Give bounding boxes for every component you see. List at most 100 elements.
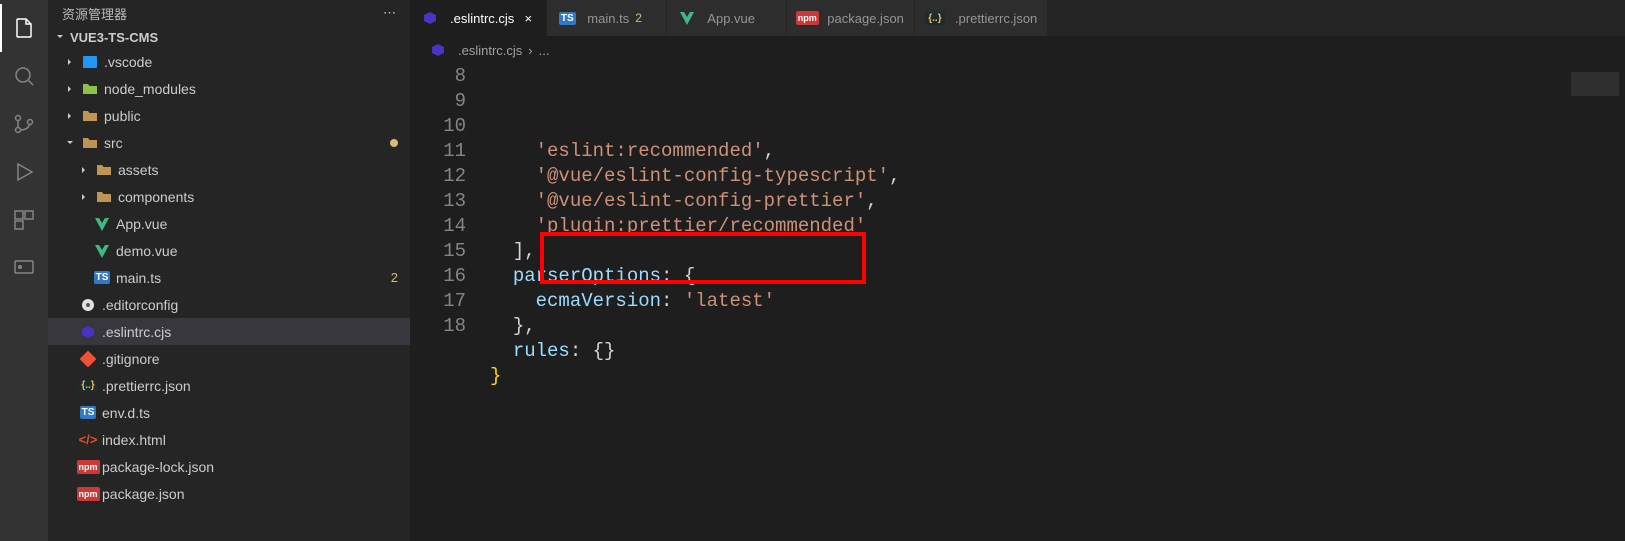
tab-label: App.vue xyxy=(707,11,755,26)
remote-icon xyxy=(12,256,36,280)
folder--vscode[interactable]: .vscode xyxy=(48,48,410,75)
tree-item-label: .eslintrc.cjs xyxy=(102,324,398,340)
minimap[interactable] xyxy=(1565,64,1625,541)
folder-assets[interactable]: assets xyxy=(48,156,410,183)
vscode-folder-icon xyxy=(80,51,100,73)
tree-item-label: components xyxy=(118,189,398,205)
more-icon[interactable]: ⋯ xyxy=(383,5,396,21)
ts-icon: TS xyxy=(557,7,577,29)
code-line[interactable]: '@vue/eslint-config-typescript', xyxy=(490,164,1565,189)
line-number: 9 xyxy=(410,89,466,114)
chevron-icon xyxy=(62,54,78,70)
file-demo-vue[interactable]: demo.vue xyxy=(48,237,410,264)
file-app-vue[interactable]: App.vue xyxy=(48,210,410,237)
extensions-icon xyxy=(12,208,36,232)
line-number: 10 xyxy=(410,114,466,139)
line-number: 13 xyxy=(410,189,466,214)
line-number: 15 xyxy=(410,239,466,264)
chevron-icon xyxy=(62,108,78,124)
folder-public[interactable]: public xyxy=(48,102,410,129)
line-number: 18 xyxy=(410,314,466,339)
activity-bar xyxy=(0,0,48,541)
code-line[interactable]: } xyxy=(490,364,1565,389)
breadcrumb-rest: ... xyxy=(539,43,550,58)
git-icon xyxy=(78,348,98,370)
eslint-icon xyxy=(78,321,98,343)
tab--prettierrc-json[interactable]: {..}.prettierrc.json xyxy=(915,0,1048,36)
tree-item-label: package-lock.json xyxy=(102,459,398,475)
modified-badge: 2 xyxy=(391,270,398,285)
tab-label: .eslintrc.cjs xyxy=(450,11,514,26)
tree-item-label: node_modules xyxy=(104,81,398,97)
tree-item-label: .editorconfig xyxy=(102,297,398,313)
tab-app-vue[interactable]: App.vue xyxy=(667,0,787,36)
line-number: 14 xyxy=(410,214,466,239)
file-package-json[interactable]: npmpackage.json xyxy=(48,480,410,507)
npm-icon: npm xyxy=(78,483,98,505)
activity-search[interactable] xyxy=(0,52,48,100)
vue-icon xyxy=(92,213,112,235)
editorconfig-icon xyxy=(78,294,98,316)
tree-item-label: .vscode xyxy=(104,54,398,70)
tree-item-label: main.ts xyxy=(116,270,391,286)
tree-item-label: index.html xyxy=(102,432,398,448)
branch-icon xyxy=(12,112,36,136)
activity-debug[interactable] xyxy=(0,148,48,196)
code-line[interactable]: ], xyxy=(490,239,1565,264)
code-line[interactable]: 'plugin:prettier/recommended' xyxy=(490,214,1565,239)
code-line[interactable] xyxy=(490,389,1565,414)
activity-remote[interactable] xyxy=(0,244,48,292)
eslint-icon xyxy=(420,7,440,29)
npm-icon: npm xyxy=(78,456,98,478)
tab--eslintrc-cjs[interactable]: .eslintrc.cjs × xyxy=(410,0,547,36)
tree-item-label: src xyxy=(104,135,386,151)
tree-item-label: demo.vue xyxy=(116,243,398,259)
breadcrumb-file: .eslintrc.cjs xyxy=(458,43,522,58)
file--prettierrc-json[interactable]: {..}.prettierrc.json xyxy=(48,372,410,399)
npm-icon: npm xyxy=(797,7,817,29)
code-line[interactable]: ecmaVersion: 'latest' xyxy=(490,289,1565,314)
tree-item-label: public xyxy=(104,108,398,124)
file-tree: .vscode node_modulespublic src assets compon… xyxy=(48,48,410,541)
file-index-html[interactable]: </>index.html xyxy=(48,426,410,453)
sidebar-title: 资源管理器 xyxy=(62,4,127,23)
code-content[interactable]: 'eslint:recommended', '@vue/eslint-confi… xyxy=(490,64,1565,541)
code-editor[interactable]: 89101112131415161718 'eslint:recommended… xyxy=(410,64,1625,541)
code-line[interactable]: 'eslint:recommended', xyxy=(490,139,1565,164)
project-header[interactable]: VUE3-TS-CMS xyxy=(48,26,410,48)
code-line[interactable]: rules: {} xyxy=(490,339,1565,364)
close-icon[interactable]: × xyxy=(520,10,536,26)
activity-extensions[interactable] xyxy=(0,196,48,244)
files-icon xyxy=(12,16,36,40)
minimap-thumb xyxy=(1571,72,1619,96)
prettier-icon: {..} xyxy=(78,375,98,397)
line-number: 11 xyxy=(410,139,466,164)
activity-source-control[interactable] xyxy=(0,100,48,148)
file-package-lock-json[interactable]: npmpackage-lock.json xyxy=(48,453,410,480)
explorer-sidebar: 资源管理器 ⋯ VUE3-TS-CMS .vscode node_modulesp… xyxy=(48,0,410,541)
breadcrumbs[interactable]: .eslintrc.cjs › ... xyxy=(410,36,1625,64)
file--gitignore[interactable]: .gitignore xyxy=(48,345,410,372)
code-line[interactable]: }, xyxy=(490,314,1565,339)
vue-icon xyxy=(677,7,697,29)
activity-explorer[interactable] xyxy=(0,4,48,52)
code-line[interactable]: parserOptions: { xyxy=(490,264,1565,289)
folder-components[interactable]: components xyxy=(48,183,410,210)
file--editorconfig[interactable]: .editorconfig xyxy=(48,291,410,318)
file-env-d-ts[interactable]: TSenv.d.ts xyxy=(48,399,410,426)
tab-package-json[interactable]: npm package.json xyxy=(787,0,915,36)
tab-label: package.json xyxy=(827,11,904,26)
line-number: 12 xyxy=(410,164,466,189)
folder-icon xyxy=(94,159,114,181)
file-main-ts[interactable]: TSmain.ts2 xyxy=(48,264,410,291)
code-line[interactable]: '@vue/eslint-config-prettier', xyxy=(490,189,1565,214)
folder-icon xyxy=(80,105,100,127)
modified-dot xyxy=(390,139,398,147)
chevron-icon xyxy=(62,135,78,151)
line-number: 8 xyxy=(410,64,466,89)
file--eslintrc-cjs[interactable]: .eslintrc.cjs xyxy=(48,318,410,345)
tab-main-ts[interactable]: TSmain.ts2 xyxy=(547,0,667,36)
tree-item-label: assets xyxy=(118,162,398,178)
folder-src[interactable]: src xyxy=(48,129,410,156)
folder-node-modules[interactable]: node_modules xyxy=(48,75,410,102)
